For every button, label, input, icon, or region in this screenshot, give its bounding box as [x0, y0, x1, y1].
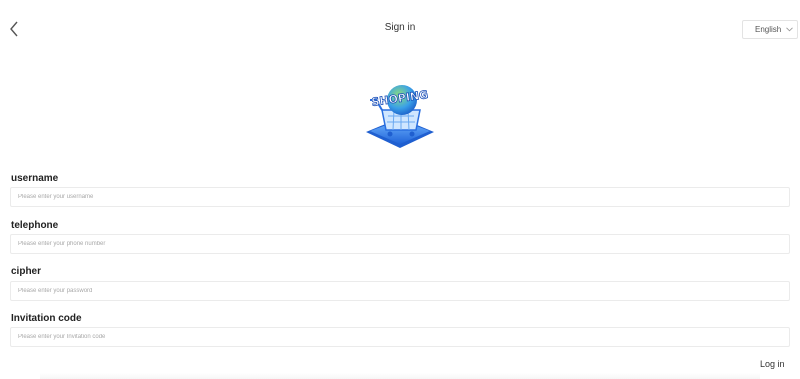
shopping-cart-globe-logo: SHOPING — [362, 80, 438, 152]
page-title: Sign in — [384, 22, 416, 33]
login-button[interactable]: Log in — [760, 359, 785, 369]
username-label: username — [11, 173, 59, 184]
cipher-label: cipher — [11, 266, 42, 277]
language-select[interactable]: English — [742, 20, 798, 39]
top-bar: Sign in English — [0, 0, 800, 60]
telephone-input[interactable] — [10, 234, 790, 254]
language-label: English — [755, 25, 782, 34]
invitation-code-input[interactable] — [10, 327, 790, 347]
bottom-shade — [40, 373, 760, 379]
invitation-code-label: Invitation code — [11, 313, 82, 324]
telephone-label: telephone — [11, 220, 59, 231]
chevron-down-icon — [786, 27, 794, 32]
username-input[interactable] — [10, 187, 790, 207]
password-input[interactable] — [10, 281, 790, 301]
